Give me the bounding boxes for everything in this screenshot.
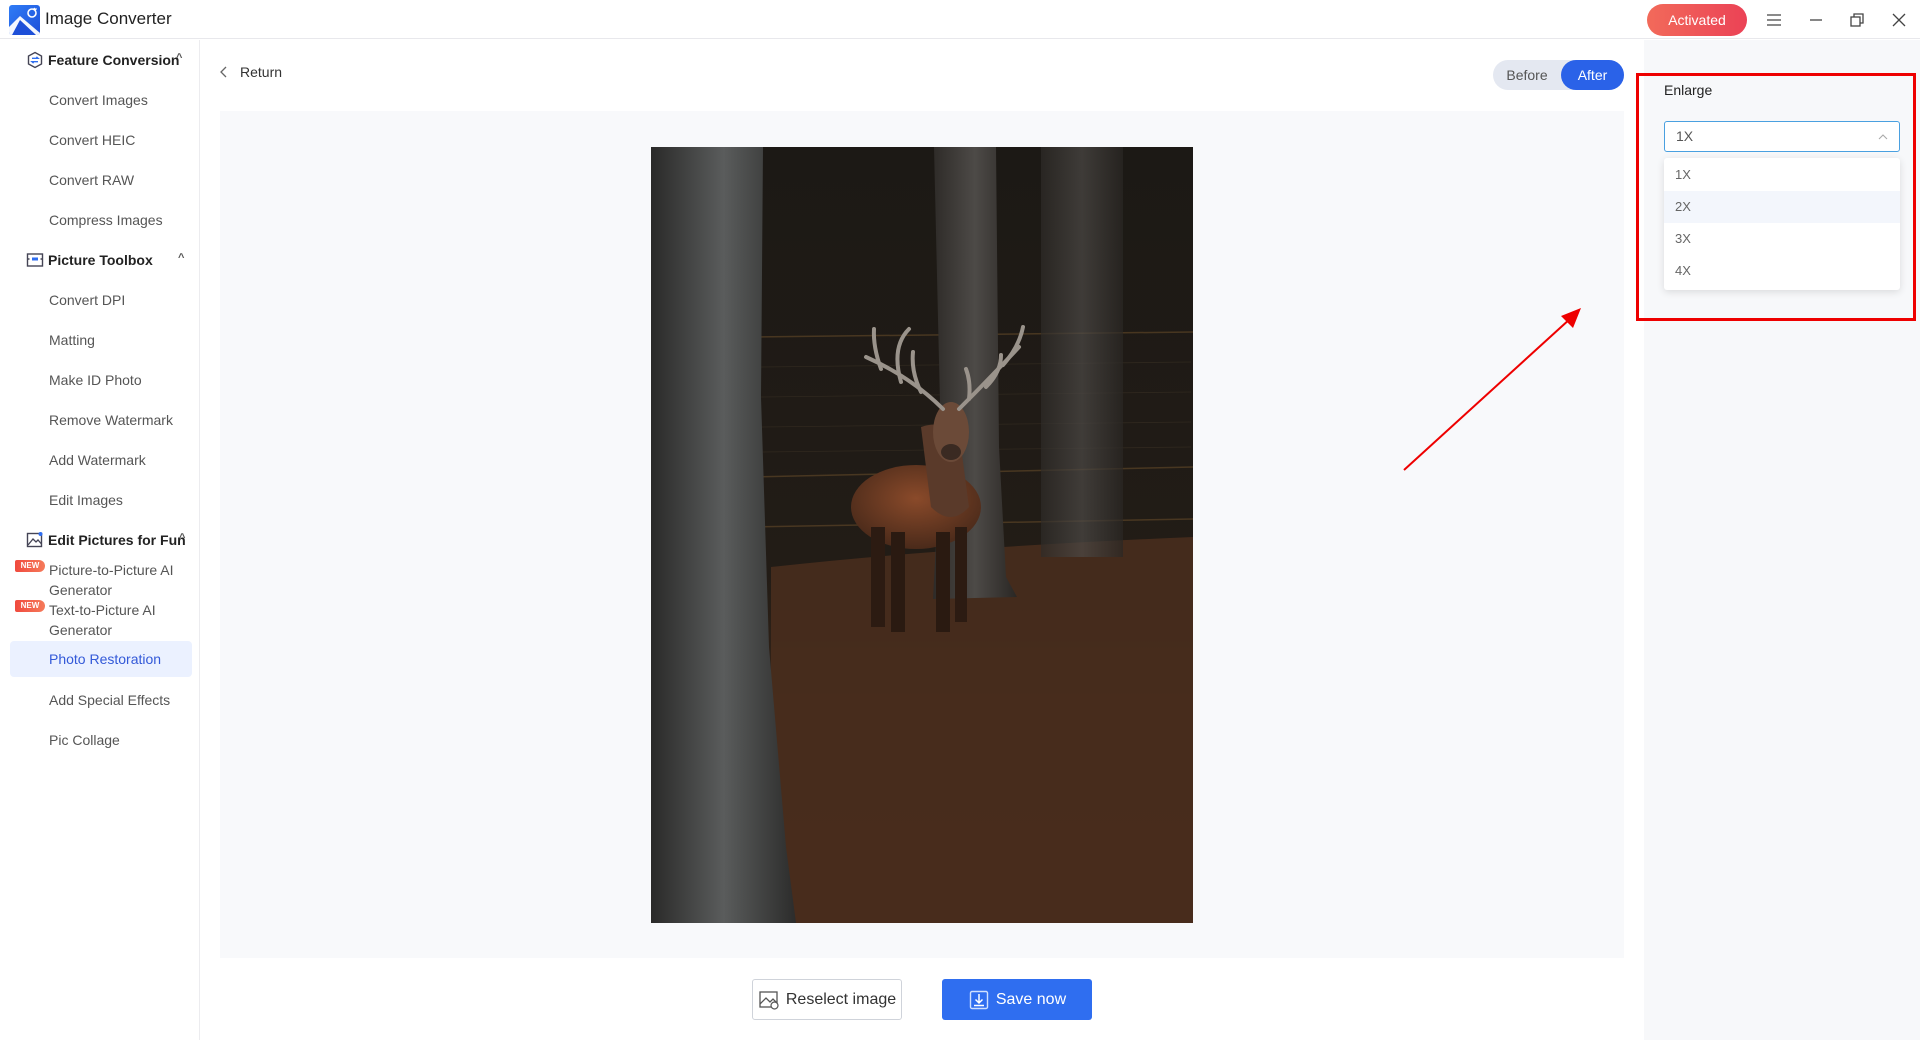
chevron-up-icon: ^	[179, 532, 186, 544]
toolbox-icon	[26, 251, 44, 269]
chevron-up-icon	[1878, 134, 1888, 140]
chevron-left-icon	[220, 66, 227, 78]
title-bar: Image Converter Activated	[0, 0, 1920, 39]
new-badge: NEW	[15, 600, 45, 612]
app-title: Image Converter	[45, 9, 172, 28]
sidebar-item-pic-collage[interactable]: Pic Collage	[49, 730, 120, 750]
item-label-line: Generator	[49, 582, 113, 598]
enlarge-option-3x[interactable]: 3X	[1664, 223, 1900, 255]
preview-photo	[651, 147, 1193, 923]
close-icon[interactable]	[1885, 6, 1913, 34]
return-label: Return	[240, 64, 283, 80]
return-link[interactable]: Return	[218, 64, 282, 80]
download-icon	[969, 990, 989, 1009]
sidebar-group-edit-pictures-for-fun[interactable]: Edit Pictures for Fun ^	[26, 528, 186, 552]
sidebar-item-picture-to-picture-ai[interactable]: Picture-to-Picture AI Generator	[49, 560, 174, 600]
toggle-before[interactable]: Before	[1497, 60, 1557, 90]
enlarge-selected-value: 1X	[1676, 128, 1694, 144]
reselect-image-button[interactable]: Reselect image	[752, 979, 902, 1020]
chevron-up-icon: ^	[178, 252, 185, 264]
minimize-icon[interactable]	[1802, 6, 1830, 34]
sidebar-item-matting[interactable]: Matting	[49, 330, 95, 350]
sidebar-item-photo-restoration[interactable]: Photo Restoration	[10, 641, 192, 677]
save-now-button[interactable]: Save now	[942, 979, 1092, 1020]
sidebar-item-edit-images[interactable]: Edit Images	[49, 490, 123, 510]
sidebar-group-label: Picture Toolbox	[48, 252, 153, 268]
item-label-line: Generator	[49, 622, 113, 638]
new-badge: NEW	[15, 560, 45, 572]
enlarge-label: Enlarge	[1664, 82, 1713, 98]
fun-picture-icon	[26, 531, 44, 549]
sidebar-item-compress-images[interactable]: Compress Images	[49, 210, 163, 230]
sidebar-item-convert-heic[interactable]: Convert HEIC	[49, 130, 135, 150]
activated-button[interactable]: Activated	[1647, 4, 1747, 36]
reselect-image-icon	[759, 990, 779, 1010]
restore-icon[interactable]	[1843, 6, 1871, 34]
reselect-label: Reselect image	[785, 990, 897, 1008]
sidebar-item-text-to-picture-ai[interactable]: Text-to-Picture AI Generator	[49, 600, 156, 640]
chevron-up-icon: ^	[176, 52, 183, 64]
toggle-after[interactable]: After	[1561, 60, 1624, 90]
sidebar-item-add-special-effects[interactable]: Add Special Effects	[49, 690, 170, 710]
sidebar-item-add-watermark[interactable]: Add Watermark	[49, 450, 146, 470]
app-logo-icon	[9, 5, 40, 35]
item-label-line: Picture-to-Picture AI	[49, 562, 174, 578]
enlarge-select[interactable]: 1X	[1664, 121, 1900, 152]
save-label: Save now	[995, 990, 1067, 1008]
before-after-toggle: Before After	[1493, 60, 1624, 90]
enlarge-option-1x[interactable]: 1X	[1664, 159, 1900, 191]
sidebar-group-feature-conversion[interactable]: Feature Conversion ^	[26, 48, 183, 72]
sidebar-item-remove-watermark[interactable]: Remove Watermark	[49, 410, 173, 430]
enlarge-option-2x[interactable]: 2X	[1664, 191, 1900, 223]
enlarge-dropdown-menu: 1X 2X 3X 4X	[1664, 158, 1900, 290]
convert-icon	[26, 51, 44, 69]
menu-icon[interactable]	[1760, 6, 1788, 34]
sidebar-item-convert-raw[interactable]: Convert RAW	[49, 170, 134, 190]
sidebar-item-convert-images[interactable]: Convert Images	[49, 90, 148, 110]
sidebar-group-label: Edit Pictures for Fun	[48, 532, 186, 548]
app-window: Image Converter Activated Feature Conver…	[0, 0, 1920, 1040]
item-label-line: Text-to-Picture AI	[49, 602, 156, 618]
sidebar-item-convert-dpi[interactable]: Convert DPI	[49, 290, 125, 310]
sidebar-group-label: Feature Conversion	[48, 52, 180, 68]
enlarge-option-4x[interactable]: 4X	[1664, 255, 1900, 287]
sidebar-group-picture-toolbox[interactable]: Picture Toolbox ^	[26, 248, 184, 272]
sidebar-item-make-id-photo[interactable]: Make ID Photo	[49, 370, 142, 390]
